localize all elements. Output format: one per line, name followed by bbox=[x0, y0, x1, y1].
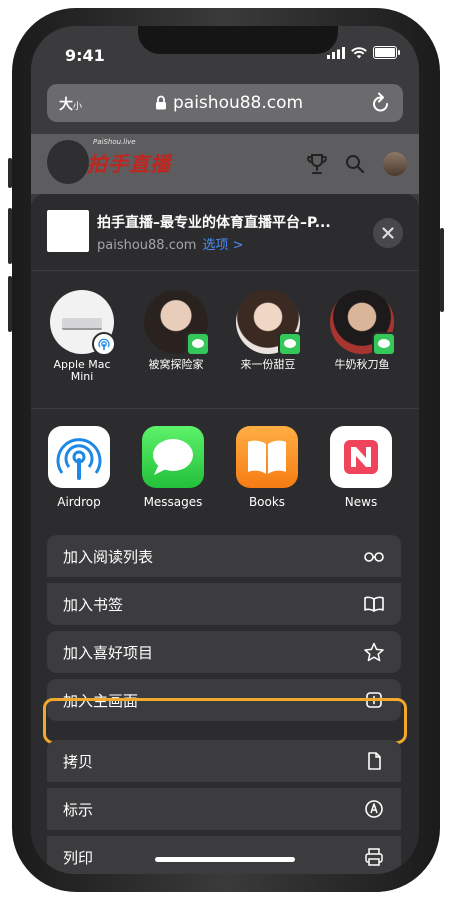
close-icon bbox=[382, 227, 394, 239]
app-airdrop[interactable]: Airdrop bbox=[39, 426, 119, 509]
books-icon bbox=[236, 426, 298, 488]
messages-badge-icon bbox=[278, 332, 302, 356]
close-button[interactable] bbox=[373, 218, 403, 248]
webpage-header: PaiShou.live 拍手直播 bbox=[31, 134, 419, 194]
search-icon[interactable] bbox=[345, 154, 365, 174]
action-label: 列印 bbox=[63, 849, 94, 867]
divider bbox=[31, 270, 419, 271]
mute-switch bbox=[8, 158, 12, 188]
action-label: 加入喜好项目 bbox=[63, 644, 154, 662]
app-messages[interactable]: Messages bbox=[133, 426, 213, 509]
mac-mini-icon bbox=[62, 318, 102, 330]
action-label: 加入书签 bbox=[63, 596, 124, 614]
volume-up-button bbox=[8, 208, 12, 264]
action-label: 标示 bbox=[63, 801, 94, 819]
status-icons bbox=[327, 46, 400, 59]
app-label: Messages bbox=[143, 495, 203, 509]
messages-badge-icon bbox=[186, 332, 210, 356]
person-name: Apple Mac Mini bbox=[53, 358, 111, 383]
trophy-icon[interactable] bbox=[307, 153, 327, 175]
address-bar[interactable]: 大小 paishou88.com bbox=[47, 84, 403, 122]
app-news[interactable]: News bbox=[321, 426, 401, 509]
reload-icon[interactable] bbox=[371, 92, 391, 114]
screen: 9:41 大小 paishou88.com PaiShou.live 拍手直播 bbox=[31, 26, 419, 874]
action-print[interactable]: 列印 bbox=[47, 836, 401, 874]
airdrop-badge-icon bbox=[92, 332, 116, 356]
airdrop-people-row: Apple Mac Mini 被窝探险家 来一份甜豆 牛奶秋刀鱼 bbox=[31, 290, 419, 404]
wifi-icon bbox=[351, 46, 367, 58]
airdrop-icon bbox=[48, 426, 110, 488]
home-indicator[interactable] bbox=[155, 857, 295, 862]
notch bbox=[138, 26, 338, 54]
highlight-box bbox=[43, 698, 407, 744]
person-contact[interactable]: 被窝探险家 bbox=[131, 290, 221, 371]
divider bbox=[31, 408, 419, 409]
options-link[interactable]: 选项 > bbox=[202, 238, 243, 253]
lock-icon bbox=[156, 95, 166, 110]
share-sheet: 拍手直播–最专业的体育直播平台–P... paishou88.com 选项 > A… bbox=[31, 194, 419, 874]
messages-icon bbox=[142, 426, 204, 488]
markup-icon bbox=[365, 800, 383, 818]
star-icon bbox=[364, 642, 384, 662]
person-name: 来一份甜豆 bbox=[240, 358, 296, 371]
person-apple-mac-mini[interactable]: Apple Mac Mini bbox=[37, 290, 127, 383]
action-add-reading-list[interactable]: 加入阅读列表 bbox=[47, 535, 401, 577]
share-apps-row: Airdrop Messages Books News bbox=[31, 426, 419, 516]
action-copy[interactable]: 拷贝 bbox=[47, 740, 401, 782]
app-label: Airdrop bbox=[57, 495, 101, 509]
action-add-favorites[interactable]: 加入喜好项目 bbox=[47, 631, 401, 673]
contact-avatar bbox=[330, 290, 396, 356]
share-page-domain: paishou88.com bbox=[97, 238, 197, 253]
share-page-title: 拍手直播–最专业的体育直播平台–P... bbox=[97, 215, 331, 231]
news-icon bbox=[330, 426, 392, 488]
page-thumbnail bbox=[47, 210, 89, 252]
url-domain[interactable]: paishou88.com bbox=[173, 93, 303, 113]
logo-mascot bbox=[47, 140, 89, 184]
contact-avatar bbox=[236, 290, 302, 356]
messages-badge-icon bbox=[372, 332, 396, 356]
text-size-button[interactable]: 大小 bbox=[59, 94, 82, 114]
volume-down-button bbox=[8, 276, 12, 332]
app-label: News bbox=[344, 495, 378, 509]
contact-avatar bbox=[144, 290, 210, 356]
logo-subtext: PaiShou.live bbox=[93, 138, 136, 146]
glasses-icon bbox=[364, 552, 384, 562]
action-label: 拷贝 bbox=[63, 753, 94, 771]
person-contact[interactable]: 来一份甜豆 bbox=[223, 290, 313, 371]
device-avatar bbox=[50, 290, 116, 356]
battery-icon bbox=[373, 46, 400, 59]
action-label: 加入阅读列表 bbox=[63, 548, 154, 566]
person-name: 牛奶秋刀鱼 bbox=[334, 358, 390, 371]
book-open-icon bbox=[364, 596, 384, 612]
share-page-subtitle: paishou88.com 选项 > bbox=[97, 234, 244, 253]
power-button bbox=[440, 228, 444, 312]
webpage-header-icons bbox=[307, 152, 407, 176]
user-avatar[interactable] bbox=[383, 152, 407, 176]
site-logo[interactable]: 拍手直播 bbox=[87, 148, 171, 177]
status-time: 9:41 bbox=[65, 46, 105, 65]
document-icon bbox=[368, 752, 381, 770]
app-books[interactable]: Books bbox=[227, 426, 307, 509]
action-markup[interactable]: 标示 bbox=[47, 788, 401, 830]
app-label: Books bbox=[248, 495, 286, 509]
person-contact[interactable]: 牛奶秋刀鱼 bbox=[317, 290, 407, 371]
action-add-bookmark[interactable]: 加入书签 bbox=[47, 583, 401, 625]
printer-icon bbox=[365, 848, 383, 866]
person-name: 被窝探险家 bbox=[148, 358, 204, 371]
